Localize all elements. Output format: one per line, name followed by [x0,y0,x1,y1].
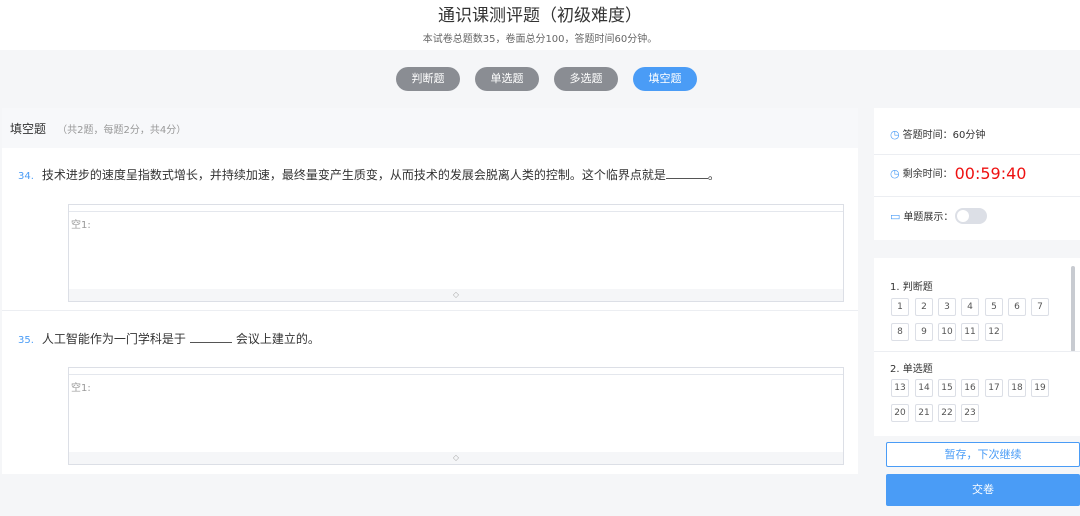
exam-info-panel: ◷ 答题时间：60分钟 ◷ 剩余时间： 00:59:40 ▭ 单题展示： [874,108,1080,240]
blank-underline [665,167,708,179]
navigator-scrollbar[interactable] [1071,266,1075,352]
nav-question-button[interactable]: 21 [915,404,933,422]
nav-question-button[interactable]: 20 [891,404,909,422]
divider [874,351,1080,352]
nav-question-button[interactable]: 16 [961,379,979,397]
single-view-label: 单题展示： [903,212,954,223]
nav-question-button[interactable]: 4 [961,298,979,316]
tab-multiple-choice[interactable]: 多选题 [554,67,618,91]
tab-single-choice[interactable]: 单选题 [475,67,539,91]
nav-question-button[interactable]: 13 [891,379,909,397]
question-divider [2,310,858,311]
nav-question-button[interactable]: 22 [938,404,956,422]
nav-question-button[interactable]: 3 [938,298,956,316]
question-text-tail: 。 [707,168,720,182]
blank-label: 空1: [71,383,91,394]
section-title: 填空题 [10,122,47,136]
nav-question-button[interactable]: 23 [961,404,979,422]
tab-judge[interactable]: 判断题 [396,67,460,91]
resize-handle-icon[interactable]: ◇ [69,452,843,464]
nav-question-button[interactable]: 2 [915,298,933,316]
nav-question-button[interactable]: 14 [915,379,933,397]
nav-question-button[interactable]: 10 [938,323,956,341]
nav-question-button[interactable]: 8 [891,323,909,341]
nav-question-button[interactable]: 1 [891,298,909,316]
divider [874,154,1080,155]
single-view-toggle[interactable] [955,208,988,224]
question-34-text: 34. 技术进步的速度呈指数式增长，并持续加速，最终量变产生质变，从而技术的发展会… [18,166,720,183]
single-view-row: ▭ 单题展示： [890,208,988,224]
nav-question-button[interactable]: 15 [938,379,956,397]
nav-question-button[interactable]: 18 [1008,379,1026,397]
answer-textarea-35[interactable]: 空1: [69,374,843,452]
nav-question-button[interactable]: 12 [985,323,1003,341]
nav-question-button[interactable]: 19 [1031,379,1049,397]
question-text: 技术进步的速度呈指数式增长，并持续加速，最终量变产生质变，从而技术的发展会脱离人… [41,168,666,182]
section-info: （共2题，每题2分，共4分） [57,125,187,136]
resize-handle-icon[interactable]: ◇ [69,289,843,301]
answer-textarea-34[interactable]: 空1: [69,211,843,289]
window-icon: ▭ [890,210,901,223]
divider [874,196,1080,197]
answer-time-label: 答题时间：60分钟 [902,130,986,141]
clock-icon: ◷ [890,128,900,141]
nav-question-button[interactable]: 5 [985,298,1003,316]
nav-group-title-judge: 1. 判断题 [890,282,933,293]
tab-fill-blank[interactable]: 填空题 [633,67,697,91]
question-number: 35. [18,335,34,346]
question-navigator: 1. 判断题 1 2 3 4 5 6 7 8 9 10 11 12 2. 单选题… [874,258,1080,436]
question-type-tabs: 判断题 单选题 多选题 填空题 [0,67,1080,91]
nav-question-button[interactable]: 7 [1031,298,1049,316]
answer-box-35: 空1: ◇ [68,367,844,465]
remaining-time-label: 剩余时间： [902,169,953,180]
timer-icon: ◷ [890,167,900,180]
toggle-knob [957,210,970,222]
save-draft-button[interactable]: 暂存，下次继续 [886,442,1080,467]
nav-question-button[interactable]: 11 [961,323,979,341]
remaining-time-row: ◷ 剩余时间： 00:59:40 [890,164,1026,183]
section-header: 填空题 （共2题，每题2分，共4分） [2,108,858,148]
nav-group-title-single: 2. 单选题 [890,364,933,375]
submit-exam-button[interactable]: 交卷 [886,474,1080,506]
blank-underline [189,331,232,343]
nav-question-button[interactable]: 17 [985,379,1003,397]
exam-subtitle: 本试卷总题数35，卷面总分100，答题时间60分钟。 [422,34,658,45]
nav-question-button[interactable]: 9 [915,323,933,341]
answer-time-row: ◷ 答题时间：60分钟 [890,126,985,141]
question-35-text: 35. 人工智能作为一门学科是于 会议上建立的。 [18,330,320,347]
question-text: 人工智能作为一门学科是于 [41,332,186,346]
question-panel: 填空题 （共2题，每题2分，共4分） 34. 技术进步的速度呈指数式增长，并持续加… [2,108,858,474]
exam-title: 通识课测评题（初级难度） [438,6,642,26]
blank-label: 空1: [71,220,91,231]
answer-box-34: 空1: ◇ [68,204,844,302]
page-header: 通识课测评题（初级难度） 本试卷总题数35，卷面总分100，答题时间60分钟。 [0,0,1080,50]
remaining-time-value: 00:59:40 [954,164,1027,183]
question-text-tail: 会议上建立的。 [235,332,320,346]
nav-question-button[interactable]: 6 [1008,298,1026,316]
question-number: 34. [18,171,34,182]
